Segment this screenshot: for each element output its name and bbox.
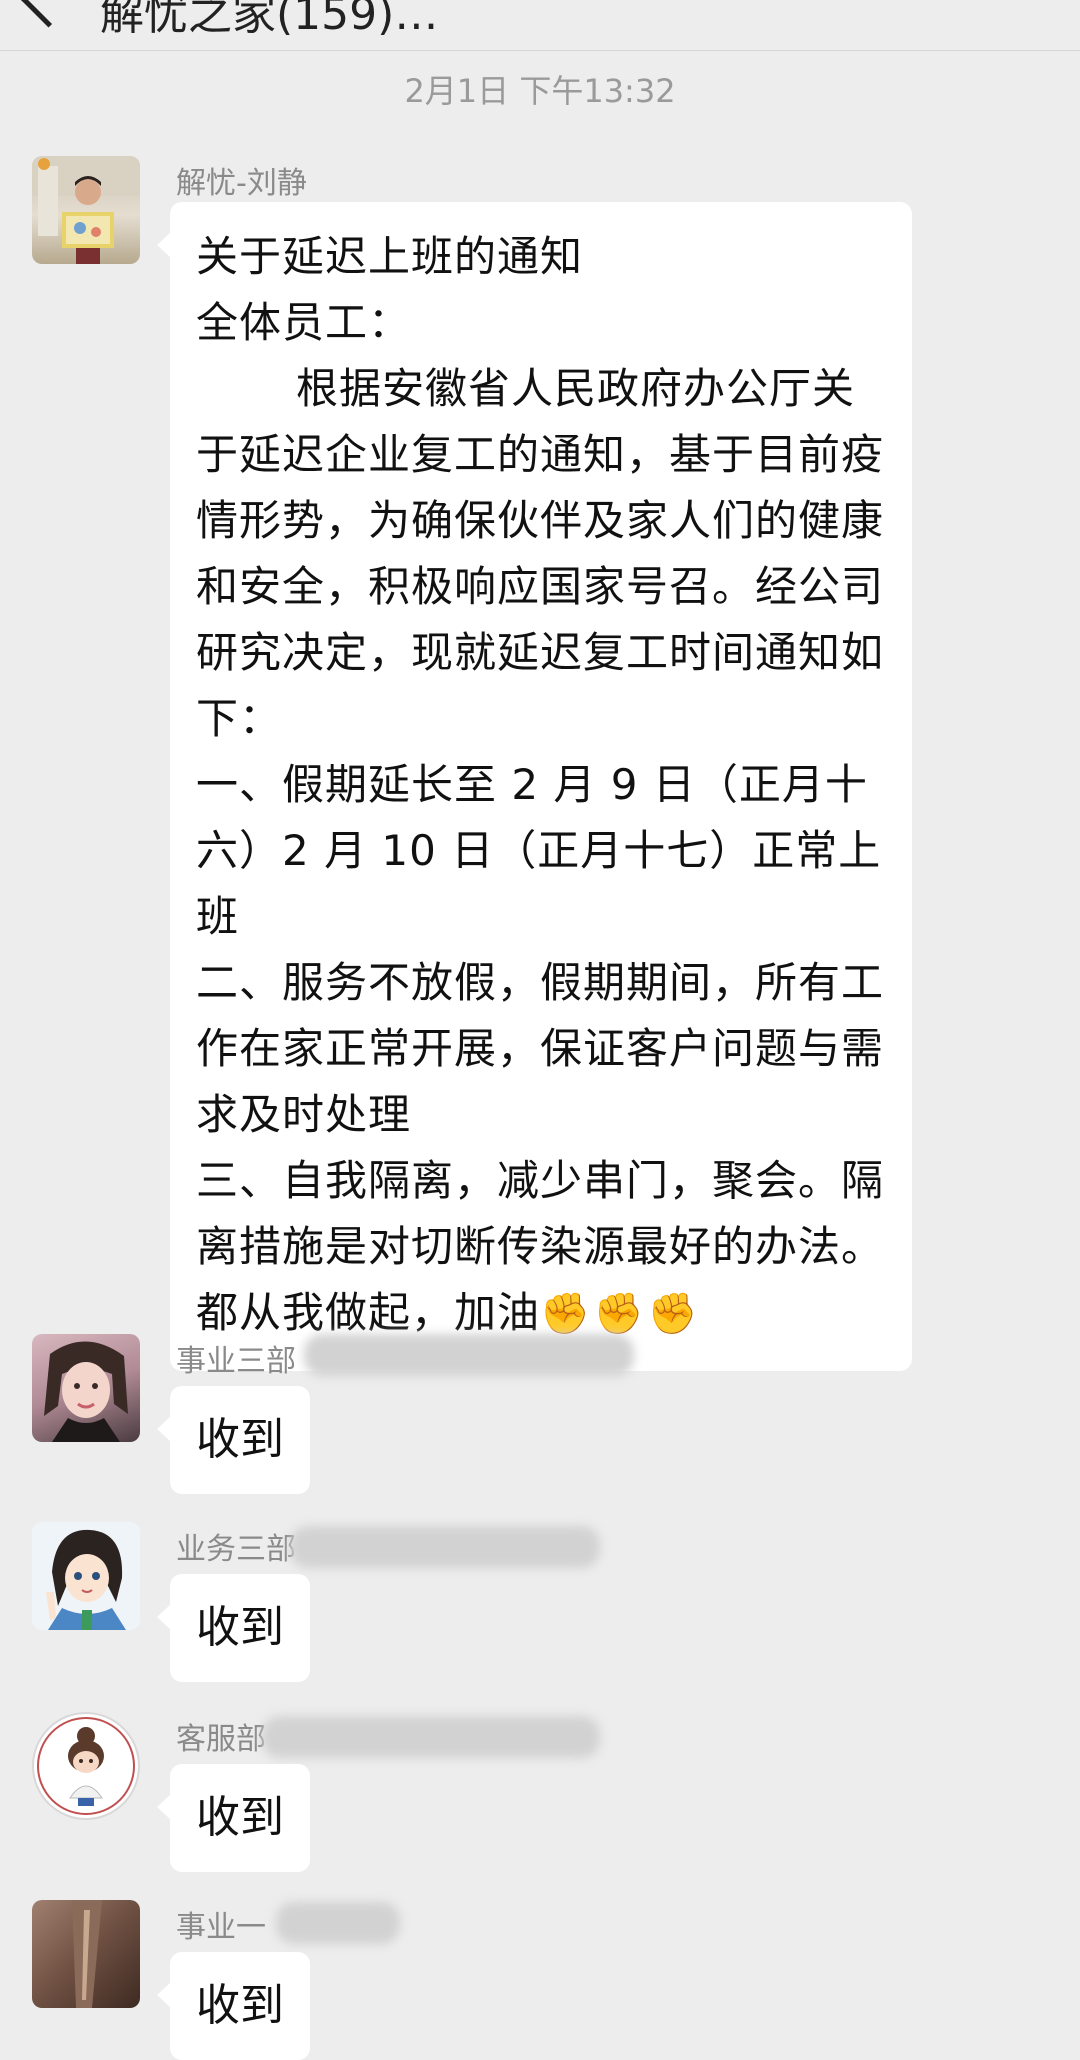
chat-title: 解忧之家(159)… bbox=[100, 0, 438, 42]
avatar-woman-photo bbox=[44, 1341, 128, 1442]
avatar-photo bbox=[72, 1900, 102, 2008]
back-arrow-icon[interactable] bbox=[19, 0, 78, 28]
redacted-name-blur bbox=[304, 1334, 634, 1376]
sender-name: 事业一 bbox=[176, 1910, 266, 1945]
sender-name: 客服部 bbox=[176, 1722, 266, 1757]
avatar[interactable] bbox=[32, 1900, 140, 2008]
message-bubble[interactable]: 收到 bbox=[157, 1764, 310, 1872]
message-bubble[interactable]: 收到 bbox=[157, 1386, 310, 1494]
message-bubble[interactable]: 收到 bbox=[157, 1574, 310, 1682]
avatar-anime-girl bbox=[46, 1529, 126, 1630]
avatar-child-photo bbox=[32, 156, 140, 264]
notice-item-3: 三、自我隔离，减少串门，聚会。隔离措施是对切断传染源最好的办法。 bbox=[196, 1156, 885, 1271]
notice-title: 关于延迟上班的通知 bbox=[196, 232, 584, 281]
notice-item-2: 二、服务不放假，假期期间，所有工作在家正常开展，保证客户问题与需求及时处理 bbox=[196, 958, 885, 1139]
fist-emoji-icon: ✊✊✊ bbox=[540, 1291, 702, 1337]
notice-salutation: 全体员工： bbox=[196, 298, 412, 347]
message-bubble[interactable]: 关于延迟上班的通知 全体员工： 根据安徽省人民政府办公厅关于延迟企业复工的通知，… bbox=[157, 202, 912, 1371]
redacted-name-blur bbox=[290, 1526, 600, 1568]
notice-paragraph: 根据安徽省人民政府办公厅关于延迟企业复工的通知，基于目前疫情形势，为确保伙伴及家… bbox=[196, 364, 885, 743]
redacted-name-blur bbox=[276, 1902, 400, 1944]
sender-name: 事业三部 bbox=[176, 1344, 296, 1379]
sender-name: 业务三部 bbox=[176, 1532, 296, 1567]
notice-item-1: 一、假期延长至 2 月 9 日（正月十六）2 月 10 日（正月十七）正常上班 bbox=[196, 760, 882, 941]
avatar[interactable] bbox=[32, 1712, 140, 1820]
message-timestamp: 2月1日 下午13:32 bbox=[404, 72, 676, 110]
redacted-name-blur bbox=[262, 1716, 600, 1758]
more-icon: … bbox=[394, 0, 439, 40]
chat-header: 解忧之家(159)… bbox=[0, 0, 1080, 51]
message-bubble[interactable]: 收到 bbox=[157, 1952, 310, 2060]
avatar[interactable] bbox=[32, 156, 140, 264]
avatar[interactable] bbox=[32, 1522, 140, 1630]
avatar-cartoon-girl bbox=[37, 1717, 135, 1815]
avatar[interactable] bbox=[32, 1334, 140, 1442]
sender-name: 解忧-刘静 bbox=[176, 166, 307, 201]
